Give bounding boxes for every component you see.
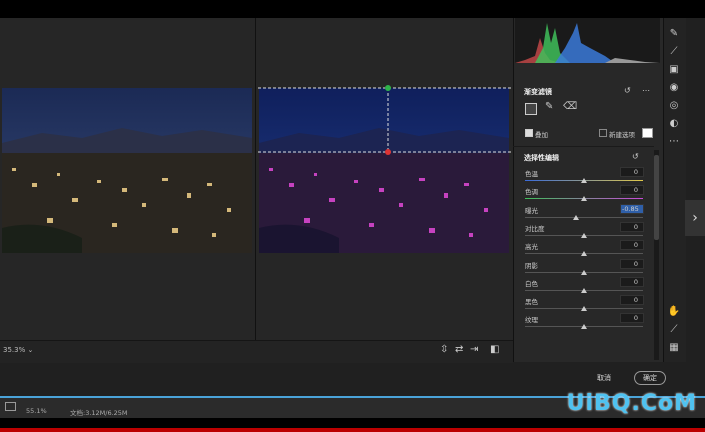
eyedropper-icon[interactable]: ⟋ bbox=[665, 324, 683, 335]
status-icon bbox=[5, 402, 16, 411]
new-option-checkbox[interactable] bbox=[599, 129, 607, 137]
slider-thumb[interactable] bbox=[581, 324, 587, 329]
watermark-logo: UiBQ.CoM bbox=[566, 391, 697, 416]
slider-label: 色温 bbox=[525, 170, 538, 178]
status-doc-size: 文档:3.12M/6.25M bbox=[70, 409, 128, 417]
mask-icon[interactable] bbox=[525, 103, 537, 115]
slider-thumb[interactable] bbox=[581, 306, 587, 311]
copy-settings-icon[interactable]: ⇥ bbox=[470, 344, 478, 355]
reset-icon[interactable]: ↺ bbox=[624, 86, 631, 95]
slider-thumb[interactable] bbox=[581, 178, 587, 183]
bottom-red-bar bbox=[0, 428, 705, 432]
graduated-filter-overlay[interactable] bbox=[256, 80, 513, 160]
cancel-button[interactable]: 取消 bbox=[597, 373, 611, 383]
overlay-checkbox[interactable] bbox=[525, 129, 533, 137]
before-after-icon[interactable]: ◧ bbox=[490, 344, 499, 355]
top-black-bar bbox=[0, 0, 705, 18]
panel-collapse-arrow[interactable]: › bbox=[685, 200, 705, 236]
graduated-filter-title: 渐变滤镜 bbox=[524, 88, 552, 96]
section-divider bbox=[513, 146, 654, 147]
slider-label: 纹理 bbox=[525, 316, 538, 324]
slider-thumb[interactable] bbox=[581, 233, 587, 238]
scrollbar-thumb[interactable] bbox=[654, 155, 659, 240]
slider-label: 对比度 bbox=[525, 225, 545, 233]
slider-label: 黑色 bbox=[525, 298, 538, 306]
slider-label: 色调 bbox=[525, 188, 538, 196]
slider-thumb[interactable] bbox=[581, 288, 587, 293]
crop-icon[interactable]: ⟋ bbox=[665, 46, 683, 57]
slider-thumb[interactable] bbox=[581, 251, 587, 256]
more-icon[interactable]: ⋯ bbox=[642, 86, 650, 95]
slider-value: -0.85 bbox=[622, 205, 639, 213]
swap-icon[interactable]: ⇄ bbox=[455, 344, 463, 355]
before-photo bbox=[2, 88, 252, 253]
color-swatch[interactable] bbox=[642, 128, 653, 138]
slider-track[interactable] bbox=[525, 217, 643, 218]
ok-button[interactable]: 确定 bbox=[634, 371, 666, 385]
slider-thumb[interactable] bbox=[573, 215, 579, 220]
slider-thumb[interactable] bbox=[581, 196, 587, 201]
slider-value: 0 bbox=[633, 241, 638, 249]
canvas-bottom-toolbar bbox=[0, 340, 513, 363]
selective-edit-title: 选择性编辑 bbox=[524, 154, 559, 162]
new-option-label: 新建选项 bbox=[609, 131, 635, 139]
slider-label: 阴影 bbox=[525, 262, 538, 270]
zoom-level[interactable]: 35.3% ⌄ bbox=[3, 346, 33, 354]
slider-label: 曝光 bbox=[525, 207, 538, 215]
slider-value: 0 bbox=[633, 168, 638, 176]
redeye-icon[interactable]: ◎ bbox=[665, 100, 683, 111]
slider-value: 0 bbox=[633, 314, 638, 322]
filter-handle-red[interactable] bbox=[385, 149, 391, 155]
slider-label: 高光 bbox=[525, 243, 538, 251]
slider-thumb[interactable] bbox=[581, 270, 587, 275]
status-zoom[interactable]: 55.1% bbox=[26, 407, 47, 415]
slider-label: 白色 bbox=[525, 280, 538, 288]
chevron-down-icon: ⌄ bbox=[27, 346, 34, 354]
compare-divider[interactable] bbox=[255, 18, 256, 340]
overlay-label: 叠加 bbox=[535, 131, 548, 139]
slider-value: 0 bbox=[633, 223, 638, 231]
slider-value: 0 bbox=[633, 260, 638, 268]
filter-handle-green[interactable] bbox=[385, 85, 391, 91]
fit-icon[interactable]: ⇳ bbox=[440, 344, 448, 355]
histogram bbox=[515, 18, 660, 63]
more-tools-icon[interactable]: ⋯ bbox=[665, 136, 683, 147]
hand-icon[interactable]: ✋ bbox=[665, 306, 683, 317]
eraser-icon[interactable]: ⌫ bbox=[563, 101, 577, 112]
radial-filter-icon[interactable]: ◉ bbox=[665, 82, 683, 93]
adjust-icon[interactable]: ◐ bbox=[665, 118, 683, 129]
brush-icon[interactable]: ✎ bbox=[545, 101, 553, 112]
slider-value: 0 bbox=[633, 278, 638, 286]
slider-value: 0 bbox=[633, 186, 638, 194]
selective-reset-icon[interactable]: ↺ bbox=[632, 152, 639, 161]
zoom-label: 35.3% bbox=[3, 346, 26, 354]
grid-icon[interactable]: ▦ bbox=[665, 342, 683, 353]
graduated-filter-icon[interactable]: ▣ bbox=[665, 64, 683, 75]
slider-value: 0 bbox=[633, 296, 638, 304]
pencil-icon[interactable]: ✎ bbox=[665, 28, 683, 39]
